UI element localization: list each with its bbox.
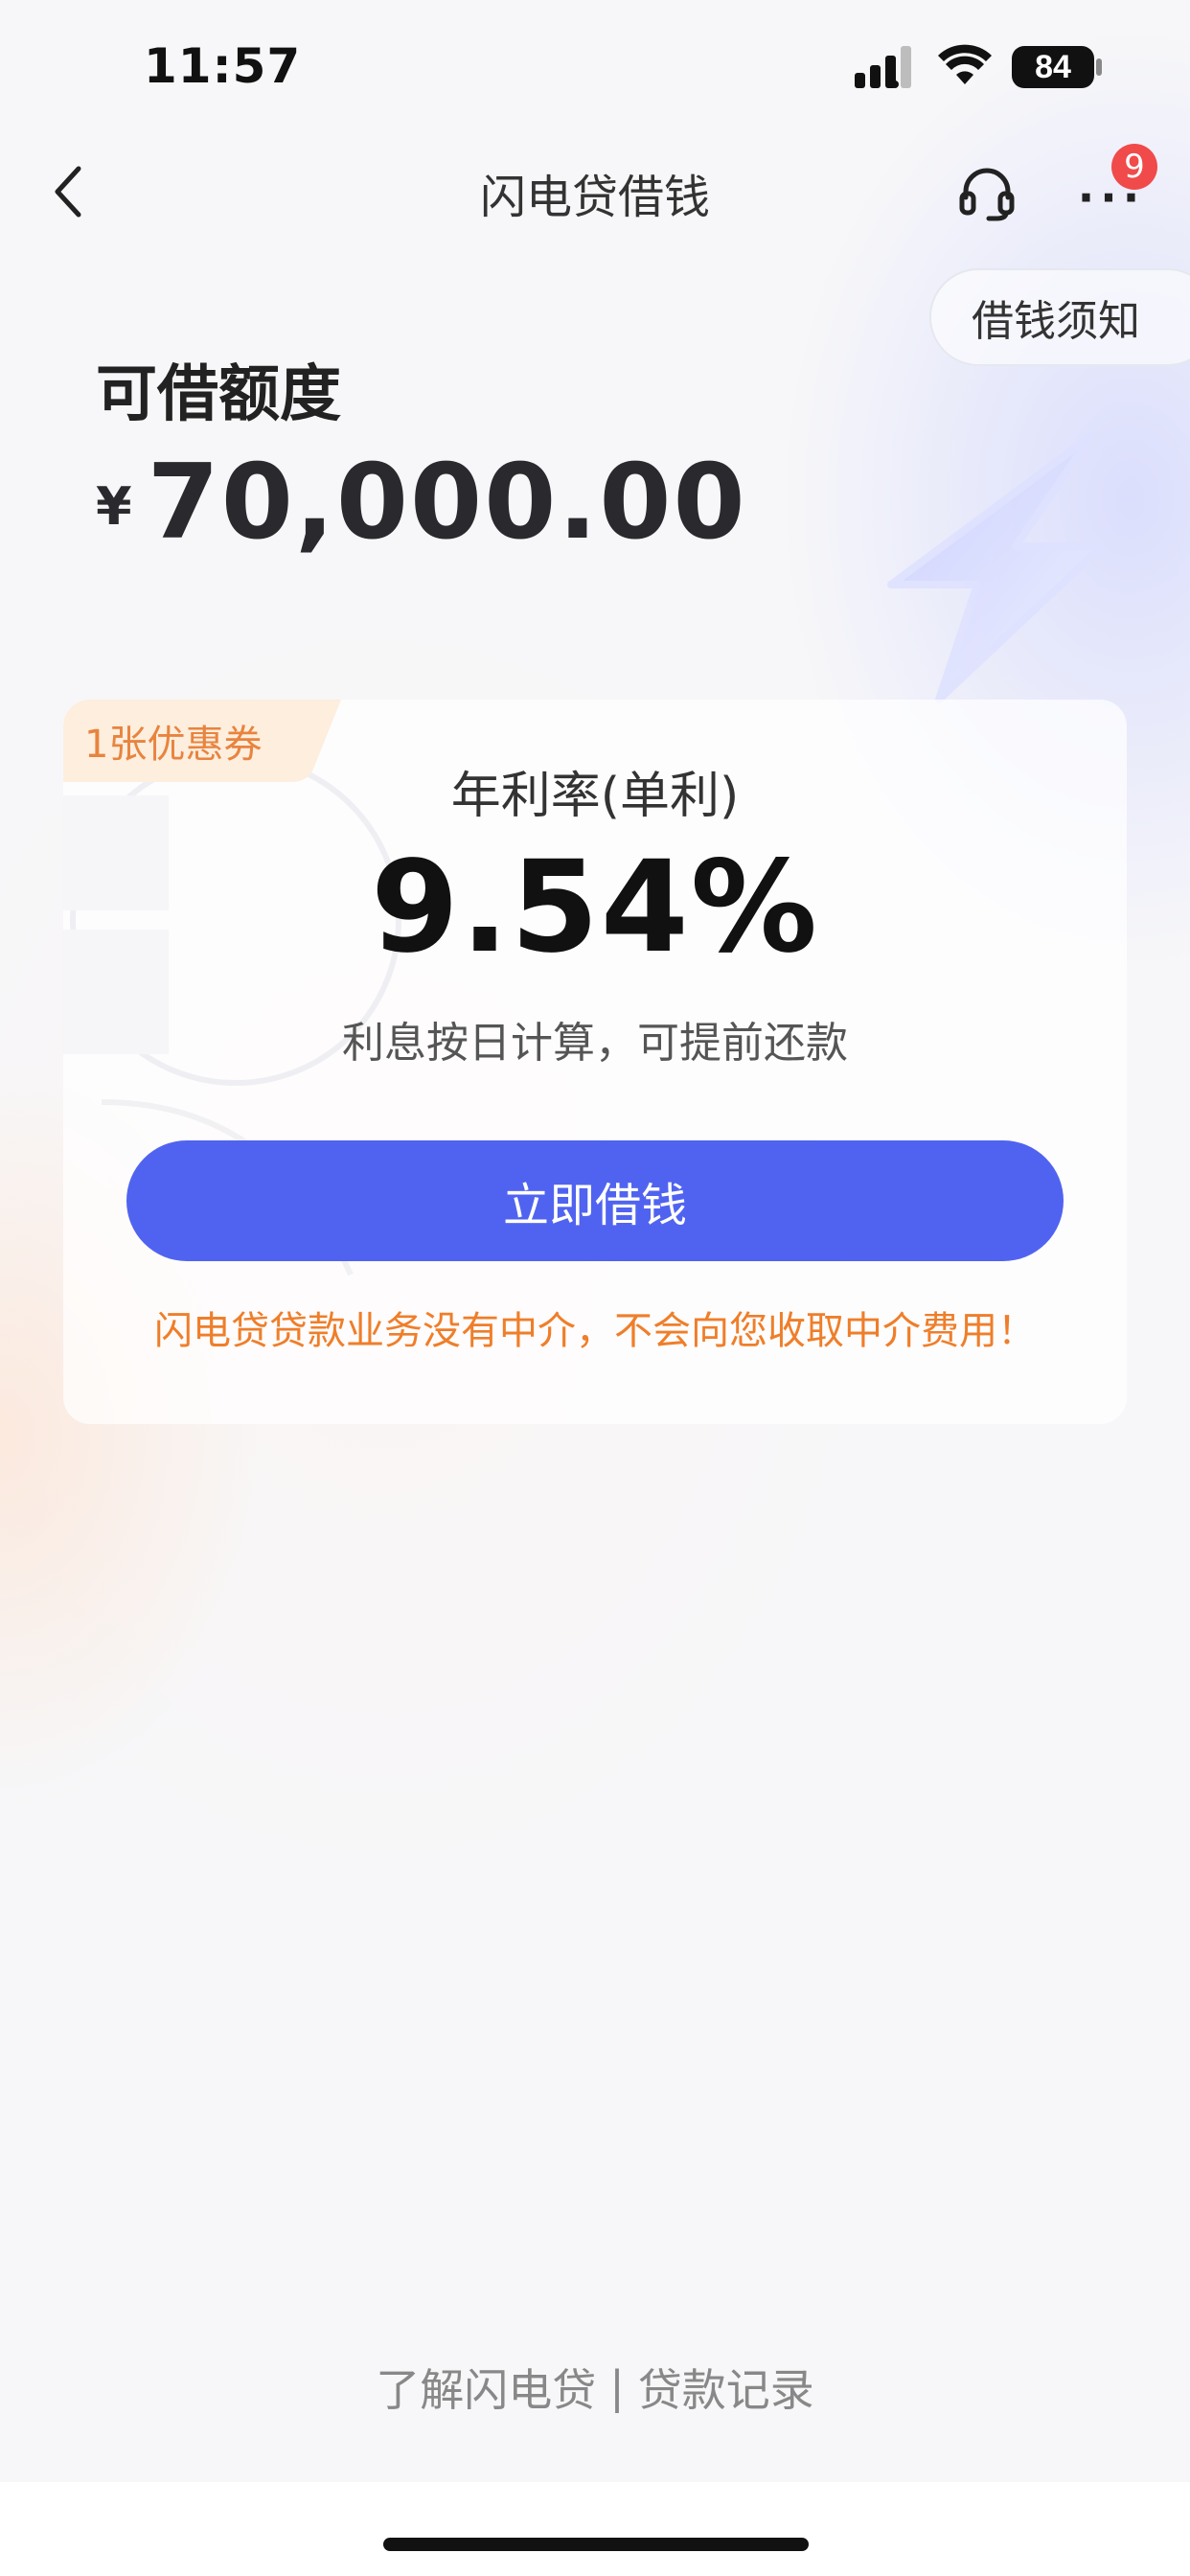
chevron-left-icon bbox=[55, 166, 81, 218]
rate-value: 9.54% bbox=[371, 834, 819, 981]
notification-badge: 9 bbox=[1111, 144, 1157, 190]
borrowing-notice-button[interactable]: 借钱须知 bbox=[929, 268, 1190, 366]
rate-card: 1张优惠券 年利率(单利) 9.54% 利息按日计算，可提前还款 立即借钱 闪电… bbox=[63, 700, 1127, 1424]
home-bar-area bbox=[0, 2482, 1190, 2576]
limit-value: 70,000.00 bbox=[147, 443, 747, 563]
intermediary-warning: 闪电贷贷款业务没有中介，不会向您收取中介费用！ bbox=[154, 1309, 1036, 1353]
wifi-icon bbox=[938, 44, 992, 84]
rate-label: 年利率(单利) bbox=[450, 768, 740, 825]
footer-separator: | bbox=[609, 2361, 625, 2413]
limit-label: 可借额度 bbox=[96, 359, 341, 430]
battery-icon: 84 bbox=[1012, 46, 1094, 88]
battery-cap bbox=[1096, 58, 1102, 76]
status-time: 11:57 bbox=[144, 38, 302, 94]
about-link[interactable]: 了解闪电贷 bbox=[376, 2356, 596, 2419]
home-indicator[interactable] bbox=[383, 2538, 809, 2551]
page-title: 闪电贷借钱 bbox=[479, 171, 710, 224]
borrow-now-button[interactable]: 立即借钱 bbox=[126, 1140, 1064, 1261]
headset-icon bbox=[959, 168, 1015, 221]
limit-amount: ¥ 70,000.00 bbox=[96, 443, 747, 563]
currency-symbol: ¥ bbox=[96, 476, 132, 537]
lightning-bolt-icon bbox=[887, 431, 1106, 703]
loan-records-link[interactable]: 贷款记录 bbox=[638, 2356, 814, 2419]
rate-note: 利息按日计算，可提前还款 bbox=[342, 1019, 848, 1068]
footer-links: 了解闪电贷 | 贷款记录 bbox=[0, 2356, 1190, 2419]
back-button[interactable] bbox=[38, 153, 100, 230]
customer-service-button[interactable] bbox=[952, 159, 1021, 228]
battery-level: 84 bbox=[1035, 48, 1071, 85]
